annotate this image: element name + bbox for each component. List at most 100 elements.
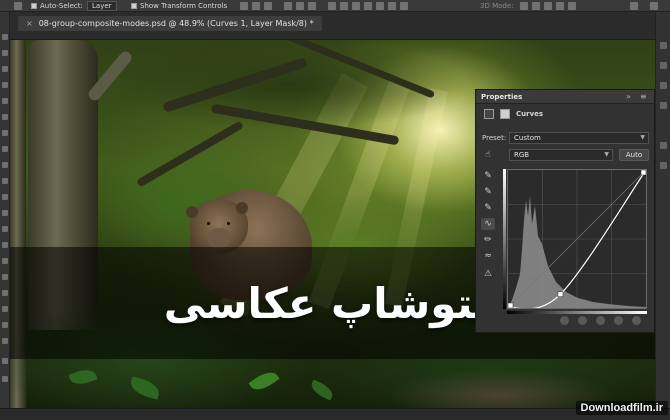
preset-value: Custom bbox=[514, 134, 541, 142]
pen-tool-icon[interactable] bbox=[2, 258, 8, 264]
curve-control-point[interactable] bbox=[557, 291, 564, 297]
watermark: Downloadfilm.ir bbox=[575, 401, 668, 415]
smooth-curve-icon[interactable]: ≈ bbox=[481, 250, 495, 262]
show-transform-label: Show Transform Controls bbox=[140, 2, 228, 10]
output-gradient bbox=[503, 169, 506, 309]
bear-eye bbox=[207, 222, 210, 225]
auto-button[interactable]: Auto bbox=[619, 149, 649, 161]
clone-stamp-tool-icon[interactable] bbox=[2, 162, 8, 168]
eyedropper-tool-icon[interactable] bbox=[2, 114, 8, 120]
channel-value: RGB bbox=[514, 151, 530, 159]
close-tab-icon[interactable]: × bbox=[26, 19, 33, 28]
gradient-tool-icon[interactable] bbox=[2, 210, 8, 216]
preset-dropdown[interactable]: Custom ▼ bbox=[509, 132, 649, 144]
workspace-icon[interactable] bbox=[630, 2, 638, 10]
healing-tool-icon[interactable] bbox=[2, 130, 8, 136]
adjustments-panel-icon[interactable] bbox=[660, 142, 667, 149]
swatches-panel-icon[interactable] bbox=[660, 162, 667, 169]
bear-ear bbox=[186, 206, 198, 218]
gray-point-eyedropper-icon[interactable]: ✎ bbox=[481, 186, 495, 198]
trash-icon[interactable] bbox=[632, 316, 641, 325]
curve-point-tool-icon[interactable]: ∿ bbox=[481, 218, 495, 230]
auto-select-checkbox[interactable] bbox=[31, 3, 37, 9]
move-tool-icon[interactable] bbox=[14, 2, 22, 10]
move-tool-icon[interactable] bbox=[2, 34, 8, 40]
blur-tool-icon[interactable] bbox=[2, 226, 8, 232]
black-point-eyedropper-icon[interactable]: ✎ bbox=[481, 170, 495, 182]
shape-tool-icon[interactable] bbox=[2, 306, 8, 312]
document-canvas[interactable]: فتوشاپ عکاسی Properties » ≡ Curves Prese… bbox=[10, 40, 655, 408]
visibility-eye-icon[interactable] bbox=[614, 316, 623, 325]
dodge-tool-icon[interactable] bbox=[2, 242, 8, 248]
type-tool-icon[interactable] bbox=[2, 274, 8, 280]
reset-icon[interactable] bbox=[596, 316, 605, 325]
curves-graph[interactable] bbox=[507, 169, 647, 310]
align-middle-icon[interactable] bbox=[296, 2, 304, 10]
document-tab[interactable]: × 08-group-composite-modes.psd @ 48.9% (C… bbox=[18, 16, 322, 31]
bear-eye bbox=[227, 222, 230, 225]
chevron-down-icon: ▼ bbox=[640, 134, 645, 141]
align-top-icon[interactable] bbox=[284, 2, 292, 10]
paths-panel-icon[interactable] bbox=[660, 102, 667, 109]
align-center-icon[interactable] bbox=[252, 2, 260, 10]
properties-header: Properties » ≡ bbox=[476, 90, 654, 104]
channel-dropdown[interactable]: RGB ▼ bbox=[509, 149, 613, 161]
auto-align-icon[interactable] bbox=[400, 2, 408, 10]
history-brush-tool-icon[interactable] bbox=[2, 178, 8, 184]
layers-panel-icon[interactable] bbox=[660, 62, 667, 69]
path-select-tool-icon[interactable] bbox=[2, 290, 8, 296]
auto-select-dropdown[interactable]: Layer bbox=[87, 1, 117, 11]
distribute-bottom-icon[interactable] bbox=[388, 2, 396, 10]
white-point-eyedropper-icon[interactable]: ✎ bbox=[481, 202, 495, 214]
hand-tool-icon[interactable] bbox=[2, 322, 8, 328]
align-left-icon[interactable] bbox=[240, 2, 248, 10]
history-panel-icon[interactable] bbox=[660, 42, 667, 49]
align-bottom-icon[interactable] bbox=[308, 2, 316, 10]
slide-3d-icon[interactable] bbox=[556, 2, 564, 10]
distribute-middle-icon[interactable] bbox=[376, 2, 384, 10]
clip-to-layer-icon[interactable] bbox=[560, 316, 569, 325]
curve-control-point[interactable] bbox=[640, 169, 647, 176]
crop-tool-icon[interactable] bbox=[2, 98, 8, 104]
brush-tool-icon[interactable] bbox=[2, 146, 8, 152]
foreground-color-icon[interactable] bbox=[2, 358, 8, 364]
pencil-draw-icon[interactable]: ✏ bbox=[481, 234, 495, 246]
view-previous-icon[interactable] bbox=[578, 316, 587, 325]
zoom-tool-icon[interactable] bbox=[2, 338, 8, 344]
document-tab-bar: × 08-group-composite-modes.psd @ 48.9% (C… bbox=[10, 12, 655, 40]
curve-control-point[interactable] bbox=[507, 302, 514, 309]
search-icon[interactable] bbox=[650, 2, 658, 10]
distribute-icon[interactable] bbox=[328, 2, 336, 10]
quick-select-tool-icon[interactable] bbox=[2, 82, 8, 88]
panel-menu-icon[interactable]: ≡ bbox=[640, 90, 647, 104]
distribute-vertical-icon[interactable] bbox=[364, 2, 372, 10]
channels-panel-icon[interactable] bbox=[660, 82, 667, 89]
properties-panel: Properties » ≡ Curves Preset: Custom ▼ ☝… bbox=[475, 89, 655, 333]
eraser-tool-icon[interactable] bbox=[2, 194, 8, 200]
show-transform-checkbox[interactable] bbox=[131, 3, 137, 9]
distribute-right-icon[interactable] bbox=[352, 2, 360, 10]
bear-ear bbox=[236, 202, 248, 214]
collapse-panel-icon[interactable]: » bbox=[626, 90, 631, 104]
bear-snout bbox=[208, 228, 230, 248]
mode-3d-label: 3D Mode: bbox=[480, 2, 514, 10]
preset-label: Preset: bbox=[482, 134, 507, 142]
document-tab-title: 08-group-composite-modes.psd @ 48.9% (Cu… bbox=[38, 19, 314, 28]
tools-panel bbox=[0, 12, 10, 408]
orbit-3d-icon[interactable] bbox=[520, 2, 528, 10]
chevron-down-icon: ▼ bbox=[604, 151, 609, 158]
quick-mask-icon[interactable] bbox=[2, 376, 8, 382]
roll-3d-icon[interactable] bbox=[532, 2, 540, 10]
distribute-center-icon[interactable] bbox=[340, 2, 348, 10]
marquee-tool-icon[interactable] bbox=[2, 50, 8, 56]
align-right-icon[interactable] bbox=[264, 2, 272, 10]
on-image-adjust-icon[interactable]: ☝ bbox=[481, 149, 495, 161]
pan-3d-icon[interactable] bbox=[544, 2, 552, 10]
layer-mask-icon[interactable] bbox=[500, 109, 510, 119]
scale-3d-icon[interactable] bbox=[568, 2, 576, 10]
status-bar bbox=[0, 408, 670, 420]
clipping-warning-icon[interactable]: ⚠ bbox=[481, 268, 495, 280]
lasso-tool-icon[interactable] bbox=[2, 66, 8, 72]
panel-dock bbox=[655, 12, 670, 408]
adjustment-name: Curves bbox=[516, 110, 544, 118]
